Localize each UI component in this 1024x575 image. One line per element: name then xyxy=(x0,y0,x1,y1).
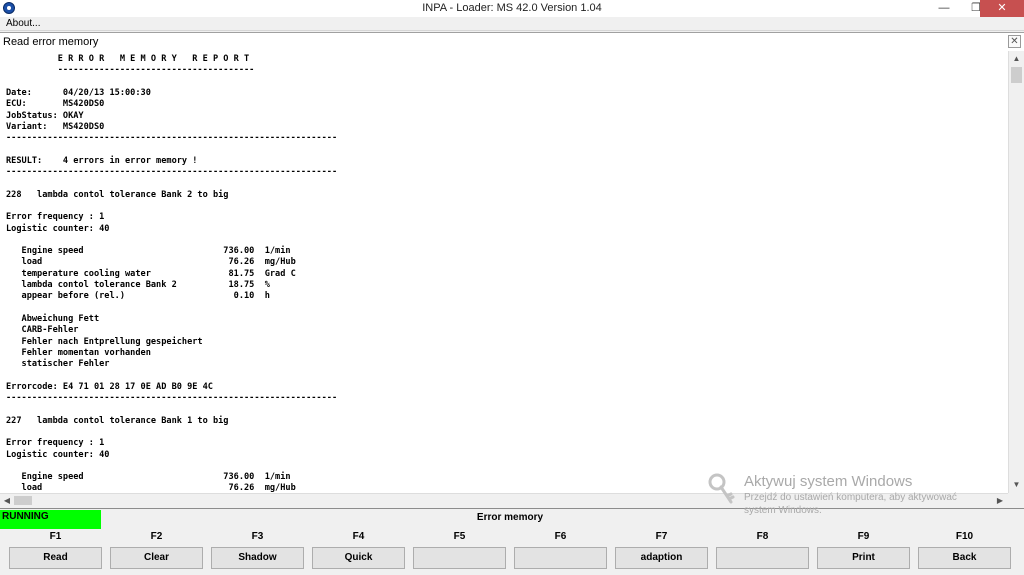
menu-about[interactable]: About... xyxy=(6,17,40,30)
report-line: Logistic counter: 40 xyxy=(6,223,110,234)
report-line: ----------------------------------------… xyxy=(6,133,338,144)
report-line: Error frequency : 1 xyxy=(6,438,105,449)
report-line: ----------------------------------------… xyxy=(6,167,338,177)
window-title: INPA - Loader: MS 42.0 Version 1.04 xyxy=(422,2,602,14)
key-icon xyxy=(708,473,735,504)
read-button[interactable]: Read xyxy=(9,547,102,569)
quick-button[interactable]: Quick xyxy=(312,547,405,569)
panel-header: Read error memory ✕ xyxy=(0,32,1024,52)
report-line: CARB-Fehler xyxy=(6,325,79,336)
scroll-down-arrow-icon[interactable]: ▼ xyxy=(1009,477,1024,492)
fkey-label-f9: F9 xyxy=(857,531,870,542)
report-line: Error frequency : 1 xyxy=(6,212,105,223)
report-line: -------------------------------------- xyxy=(6,65,255,76)
report-line: statischer Fehler xyxy=(6,359,110,370)
fkey-label-f5: F5 xyxy=(453,531,466,542)
report-line: 228 lambda contol tolerance Bank 2 to bi… xyxy=(6,189,229,200)
error-report: E R R O R M E M O R Y R E P O R T ------… xyxy=(0,51,1008,493)
report-line: Engine speed 736.00 1/min xyxy=(6,472,291,483)
vertical-scroll-thumb[interactable] xyxy=(1011,67,1022,83)
fkey-label-f6: F6 xyxy=(554,531,567,542)
horizontal-scroll-thumb[interactable] xyxy=(14,496,32,505)
close-window-button[interactable]: ✕ xyxy=(980,0,1024,17)
fkey-label-f2: F2 xyxy=(150,531,163,542)
watermark-line-2: system Windows. xyxy=(744,505,822,516)
panel-title: Read error memory xyxy=(3,36,99,48)
report-line: JobStatus: OKAY xyxy=(6,110,84,121)
report-line: appear before (rel.) 0.10 h xyxy=(6,291,270,302)
windows-activation-watermark: Aktywuj system Windows Przejdź do ustawi… xyxy=(706,472,996,522)
f8-button[interactable] xyxy=(716,547,809,569)
title-bar: INPA - Loader: MS 42.0 Version 1.04 — ❐ … xyxy=(0,0,1024,17)
print-button[interactable]: Print xyxy=(817,547,910,569)
status-title: Error memory xyxy=(476,512,544,523)
fkey-label-f10: F10 xyxy=(955,531,974,542)
shadow-button[interactable]: Shadow xyxy=(211,547,304,569)
f5-button[interactable] xyxy=(413,547,506,569)
report-line: lambda contol tolerance Bank 2 18.75 % xyxy=(6,280,270,290)
report-line: 227 lambda contol tolerance Bank 1 to bi… xyxy=(6,415,229,426)
fkey-label-f8: F8 xyxy=(756,531,769,542)
report-line: ECU: MS420DS0 xyxy=(6,99,105,110)
menu-bar: About... xyxy=(0,17,1024,31)
report-line: ----------------------------------------… xyxy=(6,393,338,403)
watermark-line-1: Przejdź do ustawień komputera, aby aktyw… xyxy=(744,492,957,503)
report-line: RESULT: 4 errors in error memory ! xyxy=(6,155,198,166)
report-line: load 76.26 mg/Hub xyxy=(6,257,296,268)
back-button[interactable]: Back xyxy=(918,547,1011,569)
clear-button[interactable]: Clear xyxy=(110,547,203,569)
watermark-title: Aktywuj system Windows xyxy=(744,473,913,490)
report-line: Engine speed 736.00 1/min xyxy=(6,246,291,257)
minimize-button[interactable]: — xyxy=(930,0,958,17)
scrollbar-corner xyxy=(1008,493,1024,507)
vertical-scrollbar[interactable]: ▲ ▼ xyxy=(1008,51,1024,493)
adaption-button[interactable]: adaption xyxy=(615,547,708,569)
fkey-label-f7: F7 xyxy=(655,531,668,542)
report-line: temperature cooling water 81.75 Grad C xyxy=(6,268,296,279)
scroll-up-arrow-icon[interactable]: ▲ xyxy=(1009,51,1024,66)
report-line: Date: 04/20/13 15:00:30 xyxy=(6,87,151,98)
report-line: Abweichung Fett xyxy=(6,313,100,324)
scroll-left-arrow-icon[interactable]: ◀ xyxy=(0,494,14,507)
panel-close-button[interactable]: ✕ xyxy=(1008,35,1021,48)
report-line: Logistic counter: 40 xyxy=(6,449,110,460)
report-line: load 76.26 mg/Hub xyxy=(6,483,296,493)
fkey-label-f4: F4 xyxy=(352,531,365,542)
report-line: Errorcode: E4 71 01 28 17 0E AD B0 9E 4C xyxy=(6,381,213,392)
f6-button[interactable] xyxy=(514,547,607,569)
report-line: Fehler nach Entprellung gespeichert xyxy=(6,336,203,347)
report-line: Fehler momentan vorhanden xyxy=(6,347,151,358)
fkey-label-f3: F3 xyxy=(251,531,264,542)
report-line: E R R O R M E M O R Y R E P O R T xyxy=(6,54,250,64)
report-line: Variant: MS420DS0 xyxy=(6,121,105,132)
status-running: RUNNING xyxy=(0,510,101,529)
fkey-label-f1: F1 xyxy=(49,531,62,542)
